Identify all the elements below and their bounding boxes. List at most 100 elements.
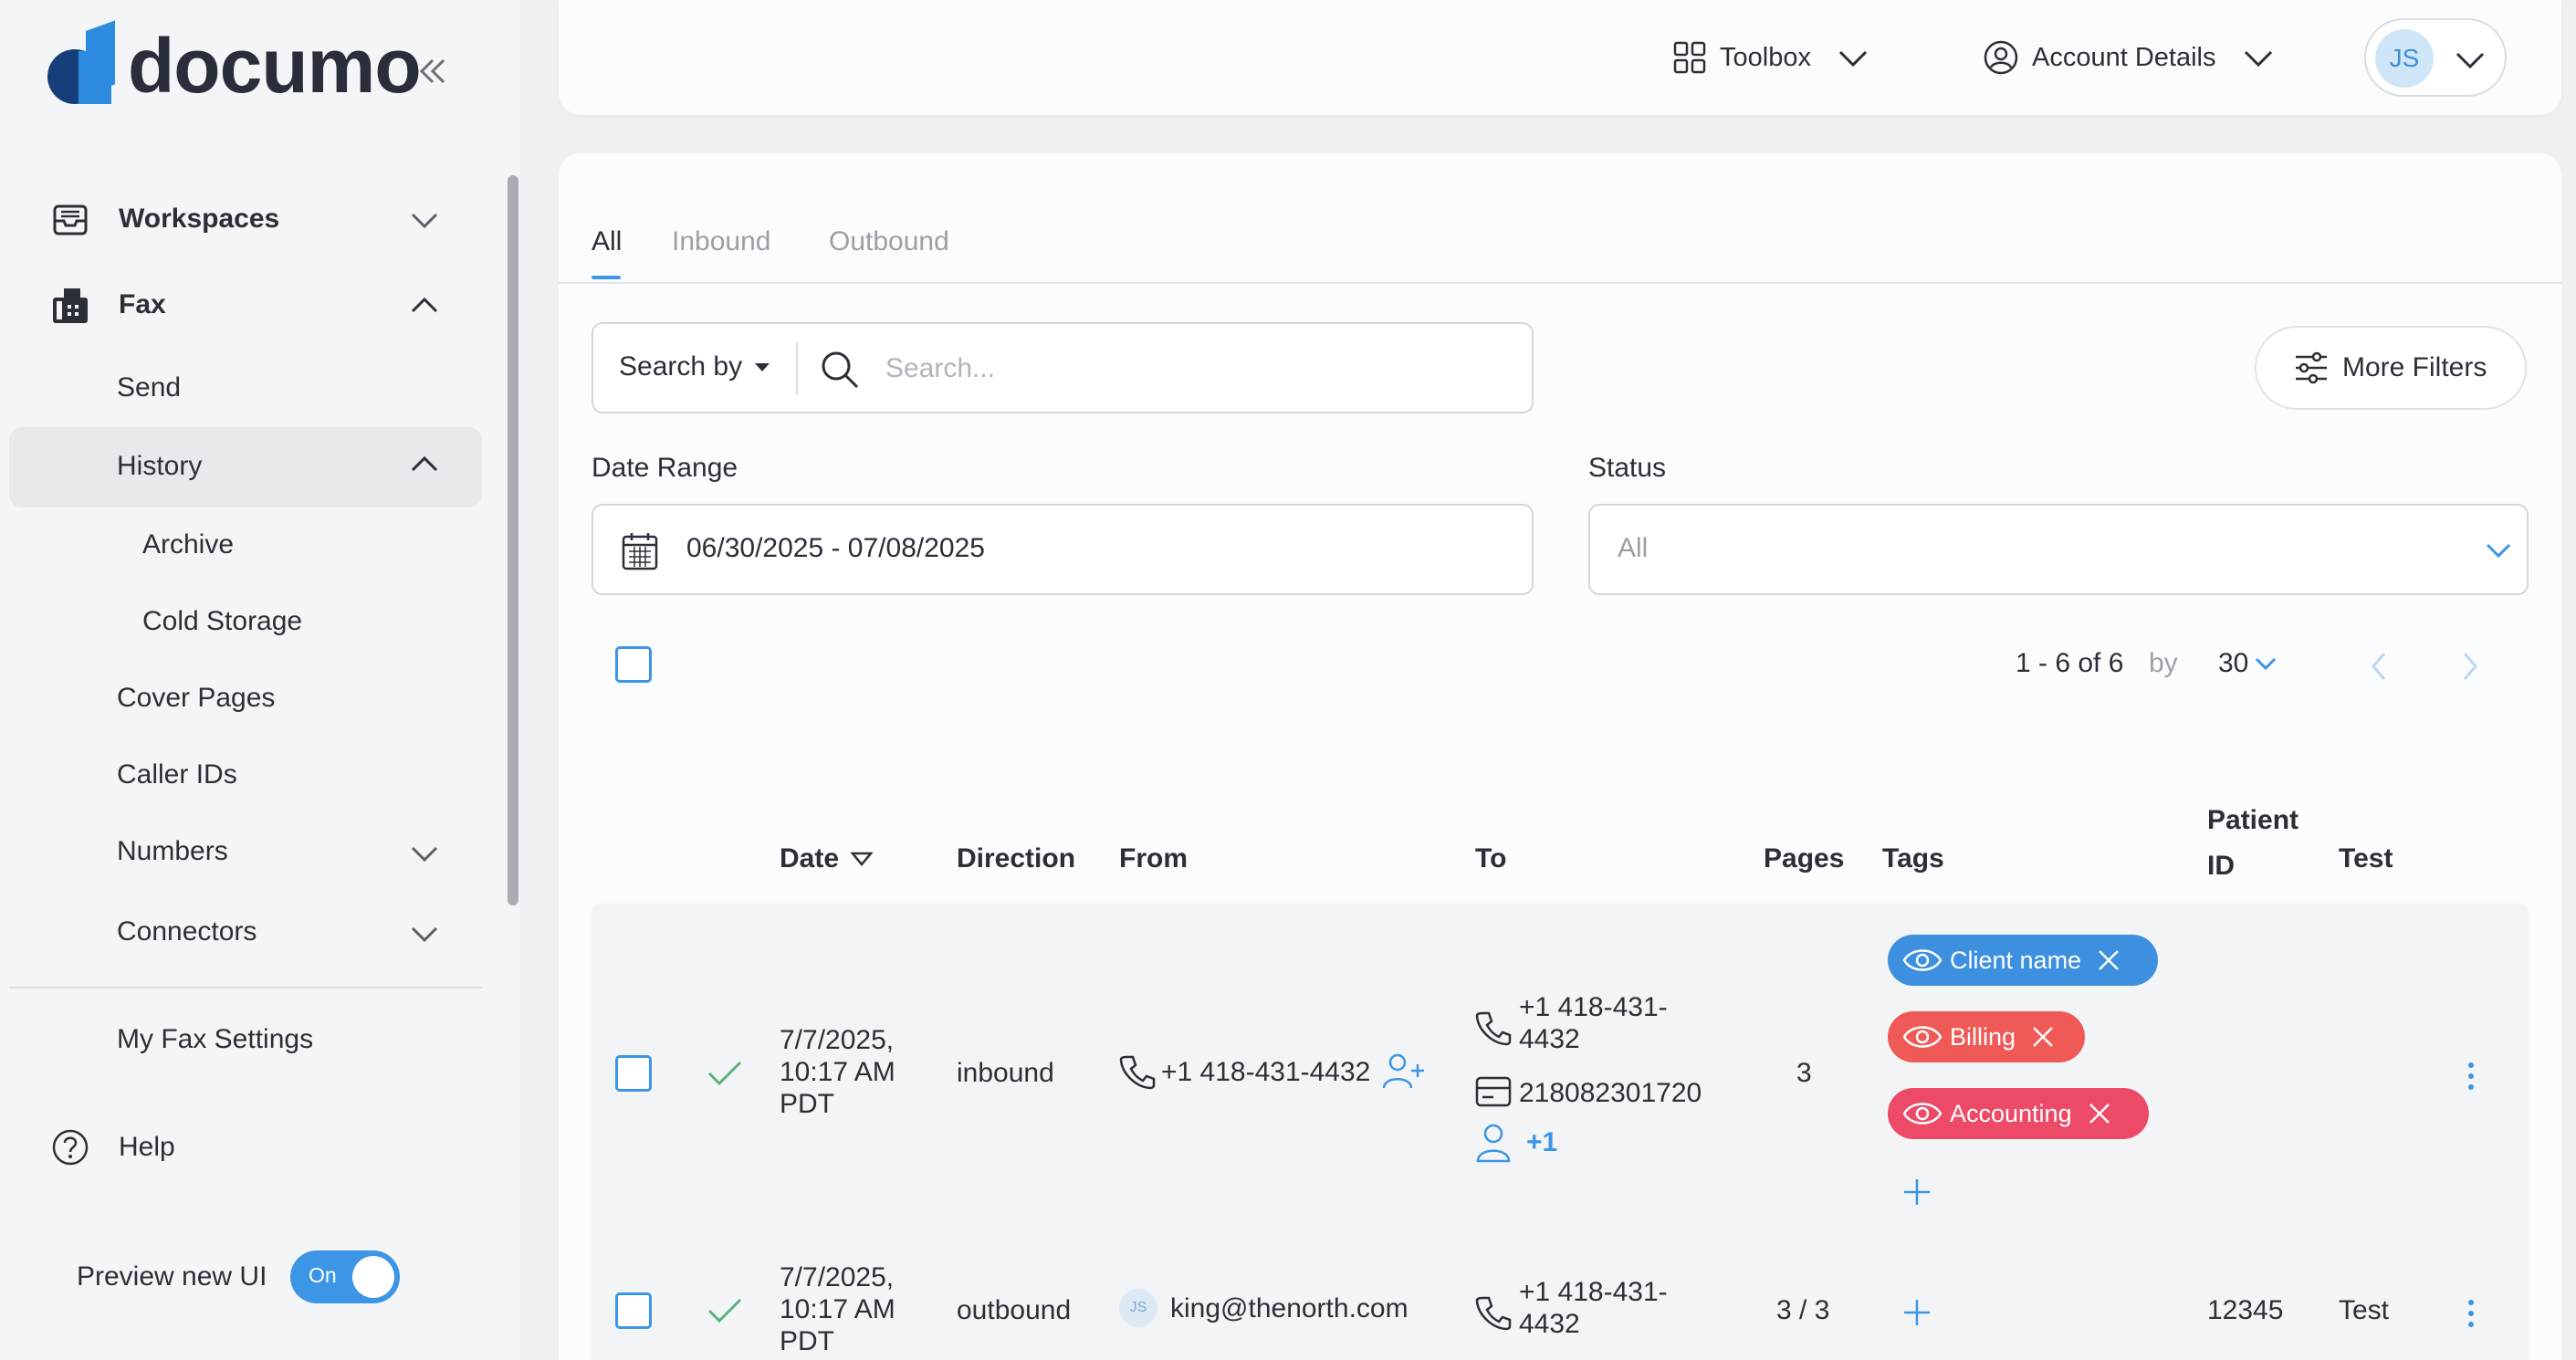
collapse-sidebar-button[interactable] [414, 53, 451, 89]
row-to-number-line2: 4432 [1519, 1309, 1580, 1339]
sidebar-scrollbar[interactable] [508, 175, 518, 905]
documo-logo[interactable]: documo [46, 20, 422, 111]
add-contact-icon[interactable] [1381, 1051, 1427, 1092]
add-tag-icon[interactable] [1902, 1177, 1932, 1207]
row-test: Test [2339, 1295, 2390, 1325]
more-options-icon[interactable] [2466, 1298, 2476, 1329]
column-header-to: To [1475, 843, 1507, 874]
close-icon[interactable] [2096, 947, 2121, 973]
column-header-direction: Direction [957, 843, 1076, 874]
eye-icon[interactable] [1902, 1022, 1942, 1051]
sidebar-item-cold-storage[interactable]: Cold Storage [142, 606, 302, 637]
sidebar-item-history[interactable]: History [117, 451, 444, 484]
account-details-menu[interactable]: Account Details [1983, 0, 2275, 115]
sliders-icon [2296, 351, 2327, 384]
tag-chip[interactable]: Billing [1888, 1011, 2085, 1062]
checkmark-icon [707, 1061, 742, 1086]
chevron-down-icon [1838, 50, 1868, 68]
close-icon[interactable] [2087, 1101, 2112, 1126]
row-date: 7/7/2025, 10:17 AM PDT [780, 1024, 895, 1120]
fax-history-panel: All Inbound Outbound Search by More Filt… [559, 153, 2561, 1360]
help-circle-icon [52, 1129, 89, 1166]
row-direction: inbound [957, 1058, 1054, 1088]
search-input[interactable] [885, 344, 1506, 393]
fax-card-icon [1475, 1076, 1512, 1107]
sidebar-item-caller-ids[interactable]: Caller IDs [117, 759, 237, 790]
chevron-left-icon[interactable] [2368, 650, 2390, 683]
account-details-label: Account Details [2032, 42, 2216, 72]
row-checkbox[interactable] [615, 1055, 652, 1092]
checkmark-icon [707, 1298, 742, 1323]
tag-chip[interactable]: Accounting [1888, 1088, 2149, 1139]
row-date-line1: 7/7/2025, [780, 1262, 895, 1292]
preview-new-ui-toggle[interactable]: On [290, 1250, 400, 1303]
phone-icon [1475, 1296, 1512, 1331]
sidebar-item-send[interactable]: Send [117, 372, 181, 403]
tag-label: Billing [1950, 1022, 2016, 1051]
chevron-right-icon[interactable] [2459, 650, 2481, 683]
tab-outbound[interactable]: Outbound [829, 226, 949, 257]
toggle-state-label: On [309, 1263, 337, 1287]
more-filters-button[interactable]: More Filters [2255, 326, 2527, 410]
column-header-date-label: Date [780, 843, 840, 874]
sidebar-label-fax: Fax [119, 289, 166, 319]
eye-icon[interactable] [1902, 1099, 1942, 1128]
sidebar-item-fax[interactable]: Fax [51, 287, 444, 325]
search-divider [796, 342, 798, 395]
row-from-number[interactable]: +1 418-431-4432 [1161, 1056, 1370, 1088]
row-to-more[interactable]: +1 [1526, 1126, 1557, 1158]
row-pages: 3 / 3 [1776, 1295, 1830, 1325]
sidebar-item-numbers[interactable]: Numbers [117, 836, 444, 869]
sidebar-item-workspaces[interactable]: Workspaces [51, 201, 444, 239]
toolbox-menu[interactable]: Toolbox [1672, 0, 1869, 115]
double-chevron-left-icon [419, 58, 445, 84]
user-icon [1476, 1124, 1511, 1163]
search-by-dropdown[interactable]: Search by [619, 351, 770, 382]
sidebar-label-help: Help [119, 1132, 175, 1162]
sidebar-item-archive[interactable]: Archive [142, 529, 234, 560]
row-to-number-line1: +1 418-431- [1519, 1277, 1668, 1307]
chevron-down-icon [2244, 50, 2272, 68]
select-all-checkbox[interactable] [615, 646, 652, 683]
preview-new-ui-text: Preview new UI [77, 1261, 267, 1292]
row-from-email[interactable]: king@thenorth.com [1170, 1292, 1408, 1324]
row-pages: 3 [1796, 1058, 1812, 1088]
column-header-date[interactable]: Date [780, 843, 874, 874]
column-header-patient-id-line2: ID [2207, 851, 2235, 881]
row-checkbox[interactable] [615, 1292, 652, 1329]
tab-inbound[interactable]: Inbound [672, 226, 770, 257]
sidebar-item-cover-pages[interactable]: Cover Pages [117, 683, 275, 714]
user-menu[interactable]: JS [2364, 18, 2507, 97]
sidebar-label-archive: Archive [142, 529, 235, 560]
sidebar-item-my-fax-settings[interactable]: My Fax Settings [117, 1024, 313, 1055]
sidebar-label-cold-storage: Cold Storage [142, 606, 303, 636]
sidebar: documo Workspaces Fax Send History Archi… [0, 0, 520, 1360]
pagination-range: 1 - 6 of 6 [2016, 648, 2124, 678]
tab-all[interactable]: All [592, 226, 622, 257]
row-date-line3: PDT [780, 1089, 834, 1119]
tag-label: Accounting [1950, 1099, 2072, 1127]
inbox-tray-icon [53, 204, 88, 235]
sidebar-label-my-fax-settings: My Fax Settings [117, 1024, 314, 1054]
sort-down-icon [850, 852, 874, 866]
date-range-picker[interactable]: 06/30/2025 - 07/08/2025 [592, 504, 1534, 595]
chevron-down-icon [411, 846, 438, 863]
chevron-down-icon [2456, 52, 2485, 69]
row-date-line1: 7/7/2025, [780, 1025, 895, 1055]
sidebar-label-history: History [117, 451, 203, 481]
chevron-up-icon [411, 297, 438, 313]
status-select[interactable]: All [1588, 504, 2529, 595]
row-date: 7/7/2025, 10:17 AM PDT [780, 1261, 895, 1357]
add-tag-icon[interactable] [1902, 1298, 1932, 1327]
close-icon[interactable] [2030, 1024, 2056, 1050]
row-patient-id: 12345 [2207, 1295, 2284, 1325]
sidebar-item-help[interactable]: Help [51, 1128, 234, 1166]
brand-name: documo [128, 22, 422, 109]
tag-chip[interactable]: Client name [1888, 935, 2158, 986]
more-options-icon[interactable] [2466, 1061, 2476, 1092]
eye-icon[interactable] [1902, 946, 1942, 975]
per-page-select[interactable]: 30 [2218, 648, 2278, 679]
sidebar-item-connectors[interactable]: Connectors [117, 916, 444, 949]
row-date-line2: 10:17 AM [780, 1294, 895, 1324]
column-header-pages: Pages [1764, 843, 1845, 874]
